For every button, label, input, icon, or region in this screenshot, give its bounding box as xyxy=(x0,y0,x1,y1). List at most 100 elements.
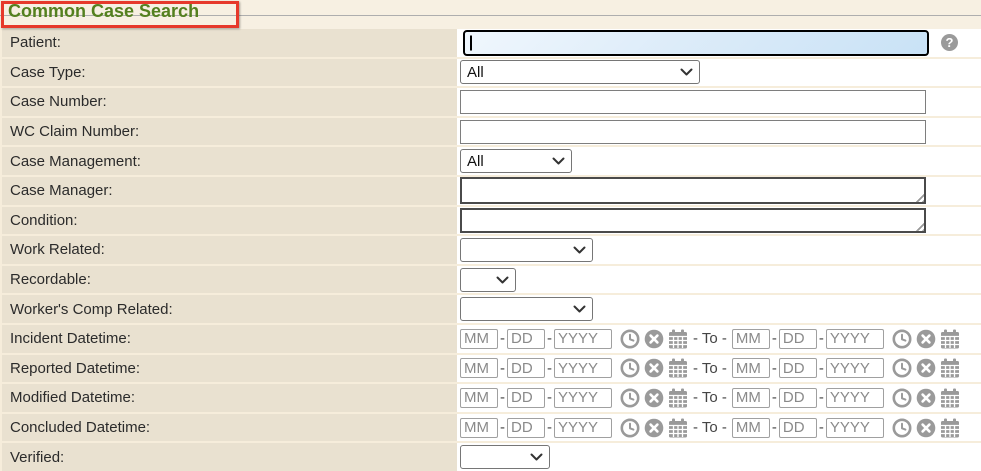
end-year-input[interactable] xyxy=(826,358,884,378)
case-type-select[interactable]: All xyxy=(460,60,700,84)
case-management-select[interactable]: All xyxy=(460,149,572,173)
start-year-input[interactable] xyxy=(554,388,612,408)
search-form: Patient: ? Case Type: All Case Number: xyxy=(0,29,981,471)
resize-grip-icon[interactable] xyxy=(913,220,924,231)
calendar-icon[interactable] xyxy=(668,418,688,438)
work-related-label: Work Related: xyxy=(0,236,457,264)
clear-icon[interactable] xyxy=(644,329,664,349)
clear-icon[interactable] xyxy=(916,358,936,378)
date-separator: - xyxy=(547,389,552,406)
start-day-input[interactable] xyxy=(507,329,545,349)
row-reported-datetime: Reported Datetime: - - - To - - - xyxy=(0,355,981,385)
clear-icon[interactable] xyxy=(644,418,664,438)
time-icon[interactable] xyxy=(892,388,912,408)
time-icon[interactable] xyxy=(892,329,912,349)
time-icon[interactable] xyxy=(620,329,640,349)
wc-claim-number-input[interactable] xyxy=(460,120,926,144)
end-day-input[interactable] xyxy=(779,329,817,349)
patient-label: Patient: xyxy=(0,29,457,57)
row-case-management: Case Management: All xyxy=(0,147,981,177)
date-separator: - xyxy=(500,419,505,436)
chevron-down-icon xyxy=(680,68,693,76)
end-month-input[interactable] xyxy=(732,358,770,378)
clear-icon[interactable] xyxy=(916,388,936,408)
row-incident-datetime: Incident Datetime: - - - To - - - xyxy=(0,325,981,355)
to-label: - To - xyxy=(693,419,727,436)
end-year-input[interactable] xyxy=(826,329,884,349)
select-value: All xyxy=(467,153,484,170)
start-year-input[interactable] xyxy=(554,358,612,378)
end-day-input[interactable] xyxy=(779,358,817,378)
time-icon[interactable] xyxy=(620,388,640,408)
end-year-input[interactable] xyxy=(826,388,884,408)
incident-datetime-label: Incident Datetime: xyxy=(0,325,457,353)
date-separator: - xyxy=(547,419,552,436)
date-separator: - xyxy=(772,360,777,377)
end-day-input[interactable] xyxy=(779,418,817,438)
help-icon[interactable]: ? xyxy=(941,34,958,51)
condition-textarea[interactable] xyxy=(460,208,926,233)
recordable-label: Recordable: xyxy=(0,266,457,294)
start-month-input[interactable] xyxy=(460,388,498,408)
incident-datetime-range: - - - To - - - xyxy=(457,325,981,353)
row-verified: Verified: xyxy=(0,443,981,471)
case-type-label: Case Type: xyxy=(0,59,457,87)
workers-comp-related-select[interactable] xyxy=(460,297,593,321)
start-day-input[interactable] xyxy=(507,388,545,408)
row-case-type: Case Type: All xyxy=(0,59,981,89)
patient-input[interactable] xyxy=(463,30,929,56)
time-icon[interactable] xyxy=(620,358,640,378)
case-management-label: Case Management: xyxy=(0,147,457,175)
calendar-icon[interactable] xyxy=(940,418,960,438)
calendar-icon[interactable] xyxy=(668,329,688,349)
calendar-icon[interactable] xyxy=(940,358,960,378)
end-month-input[interactable] xyxy=(732,388,770,408)
case-manager-textarea[interactable] xyxy=(460,177,926,204)
end-day-input[interactable] xyxy=(779,388,817,408)
start-year-input[interactable] xyxy=(554,418,612,438)
end-year-input[interactable] xyxy=(826,418,884,438)
date-separator: - xyxy=(819,330,824,347)
time-icon[interactable] xyxy=(892,358,912,378)
calendar-icon[interactable] xyxy=(668,388,688,408)
clear-icon[interactable] xyxy=(644,388,664,408)
text-caret xyxy=(470,35,472,50)
daterange-control: - - - To - - - xyxy=(460,388,960,408)
start-day-input[interactable] xyxy=(507,418,545,438)
wc-claim-number-label: WC Claim Number: xyxy=(0,118,457,146)
start-month-input[interactable] xyxy=(460,358,498,378)
time-icon[interactable] xyxy=(620,418,640,438)
end-month-input[interactable] xyxy=(732,418,770,438)
row-workers-comp-related: Worker's Comp Related: xyxy=(0,295,981,325)
date-separator: - xyxy=(500,360,505,377)
end-month-input[interactable] xyxy=(732,329,770,349)
clear-icon[interactable] xyxy=(916,329,936,349)
work-related-select[interactable] xyxy=(460,238,593,262)
daterange-control: - - - To - - - xyxy=(460,358,960,378)
select-value: All xyxy=(467,64,484,81)
page-header: Common Case Search xyxy=(0,0,981,29)
concluded-datetime-range: - - - To - - - xyxy=(457,414,981,442)
date-separator: - xyxy=(819,360,824,377)
verified-select[interactable] xyxy=(460,445,550,469)
date-separator: - xyxy=(772,330,777,347)
daterange-control: - - - To - - - xyxy=(460,329,960,349)
row-condition: Condition: xyxy=(0,207,981,237)
case-number-input[interactable] xyxy=(460,90,926,114)
start-year-input[interactable] xyxy=(554,329,612,349)
daterange-control: - - - To - - - xyxy=(460,418,960,438)
start-month-input[interactable] xyxy=(460,329,498,349)
time-icon[interactable] xyxy=(892,418,912,438)
clear-icon[interactable] xyxy=(644,358,664,378)
calendar-icon[interactable] xyxy=(940,329,960,349)
clear-icon[interactable] xyxy=(916,418,936,438)
resize-grip-icon[interactable] xyxy=(913,191,924,202)
start-day-input[interactable] xyxy=(507,358,545,378)
calendar-icon[interactable] xyxy=(940,388,960,408)
chevron-down-icon xyxy=(496,276,509,284)
to-label: - To - xyxy=(693,389,727,406)
calendar-icon[interactable] xyxy=(668,358,688,378)
recordable-select[interactable] xyxy=(460,268,516,292)
chevron-down-icon xyxy=(530,453,543,461)
start-month-input[interactable] xyxy=(460,418,498,438)
